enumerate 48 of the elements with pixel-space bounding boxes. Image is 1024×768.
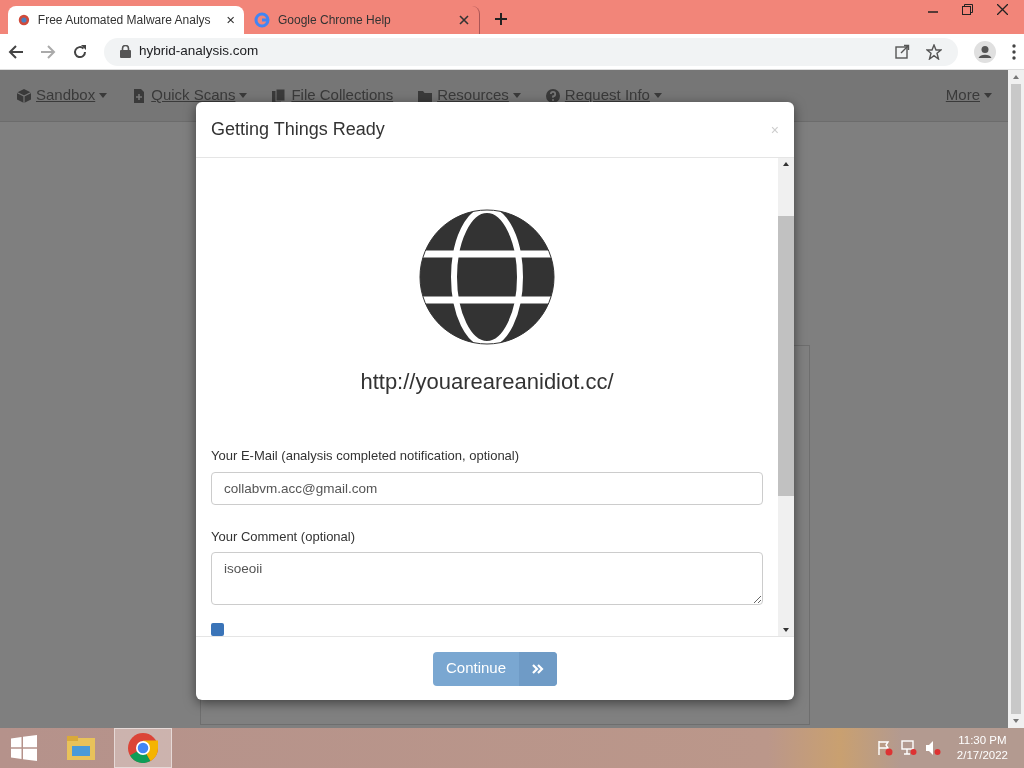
files-icon [271, 87, 288, 104]
email-field[interactable]: collabvm.acc@gmail.com [211, 471, 763, 506]
scrollbar[interactable] [1008, 70, 1024, 728]
cube-icon [16, 87, 32, 104]
google-icon [254, 12, 270, 28]
speaker-icon[interactable] [924, 740, 941, 756]
restore-icon[interactable] [962, 4, 973, 15]
reload-icon[interactable] [72, 43, 88, 60]
url-text[interactable]: hybrid-analysis.com [139, 41, 259, 62]
network-icon[interactable] [900, 740, 917, 756]
flag-icon[interactable] [876, 740, 893, 756]
site-icon [18, 12, 30, 28]
globe-icon [419, 209, 555, 345]
double-chevron-icon [532, 663, 544, 674]
field-label: Your E-Mail (analysis completed notification, optional) [211, 447, 521, 465]
nav-item[interactable]: File Collections [271, 84, 394, 107]
close-button[interactable]: × [770, 122, 779, 137]
tab-title: Google Chrome Help [278, 12, 391, 29]
close-icon[interactable] [459, 15, 469, 25]
nav-item[interactable]: Request Info [544, 84, 662, 107]
modal-title: Getting Things Ready [211, 118, 385, 141]
nav-item[interactable]: More [945, 84, 992, 107]
lock-icon [120, 45, 131, 58]
scrollbar[interactable] [778, 158, 794, 636]
clock-time[interactable]: 11:30 PM [956, 733, 1008, 748]
share-icon[interactable] [895, 43, 910, 59]
browser-tab[interactable]: Free Automated Malware Analys [8, 6, 244, 34]
new-tab-icon[interactable] [494, 12, 508, 26]
nav-item[interactable]: Quick Scans [131, 84, 248, 107]
continue-button[interactable]: Continue [432, 651, 557, 686]
field-label: Your Comment (optional) [211, 528, 357, 547]
checkbox[interactable] [211, 623, 224, 636]
windows-icon[interactable] [11, 735, 37, 761]
close-icon[interactable] [997, 4, 1008, 15]
nav-item[interactable]: Resources [417, 84, 521, 107]
profile-icon[interactable] [974, 40, 996, 63]
star-icon[interactable] [926, 43, 942, 60]
question-icon [544, 87, 561, 104]
tab-title: Free Automated Malware Analys [37, 12, 211, 29]
back-icon[interactable] [8, 43, 24, 60]
url-heading: http://youareareanidiot.cc/ [359, 368, 615, 396]
chrome-icon[interactable] [128, 733, 158, 763]
comment-field[interactable]: isoeoii [211, 551, 763, 606]
caret-icon [984, 93, 992, 98]
nav-item[interactable]: Sandbox [16, 84, 108, 107]
menu-icon[interactable] [1012, 43, 1016, 60]
close-icon[interactable] [226, 15, 234, 25]
clock-date[interactable]: 2/17/2022 [956, 748, 1008, 763]
